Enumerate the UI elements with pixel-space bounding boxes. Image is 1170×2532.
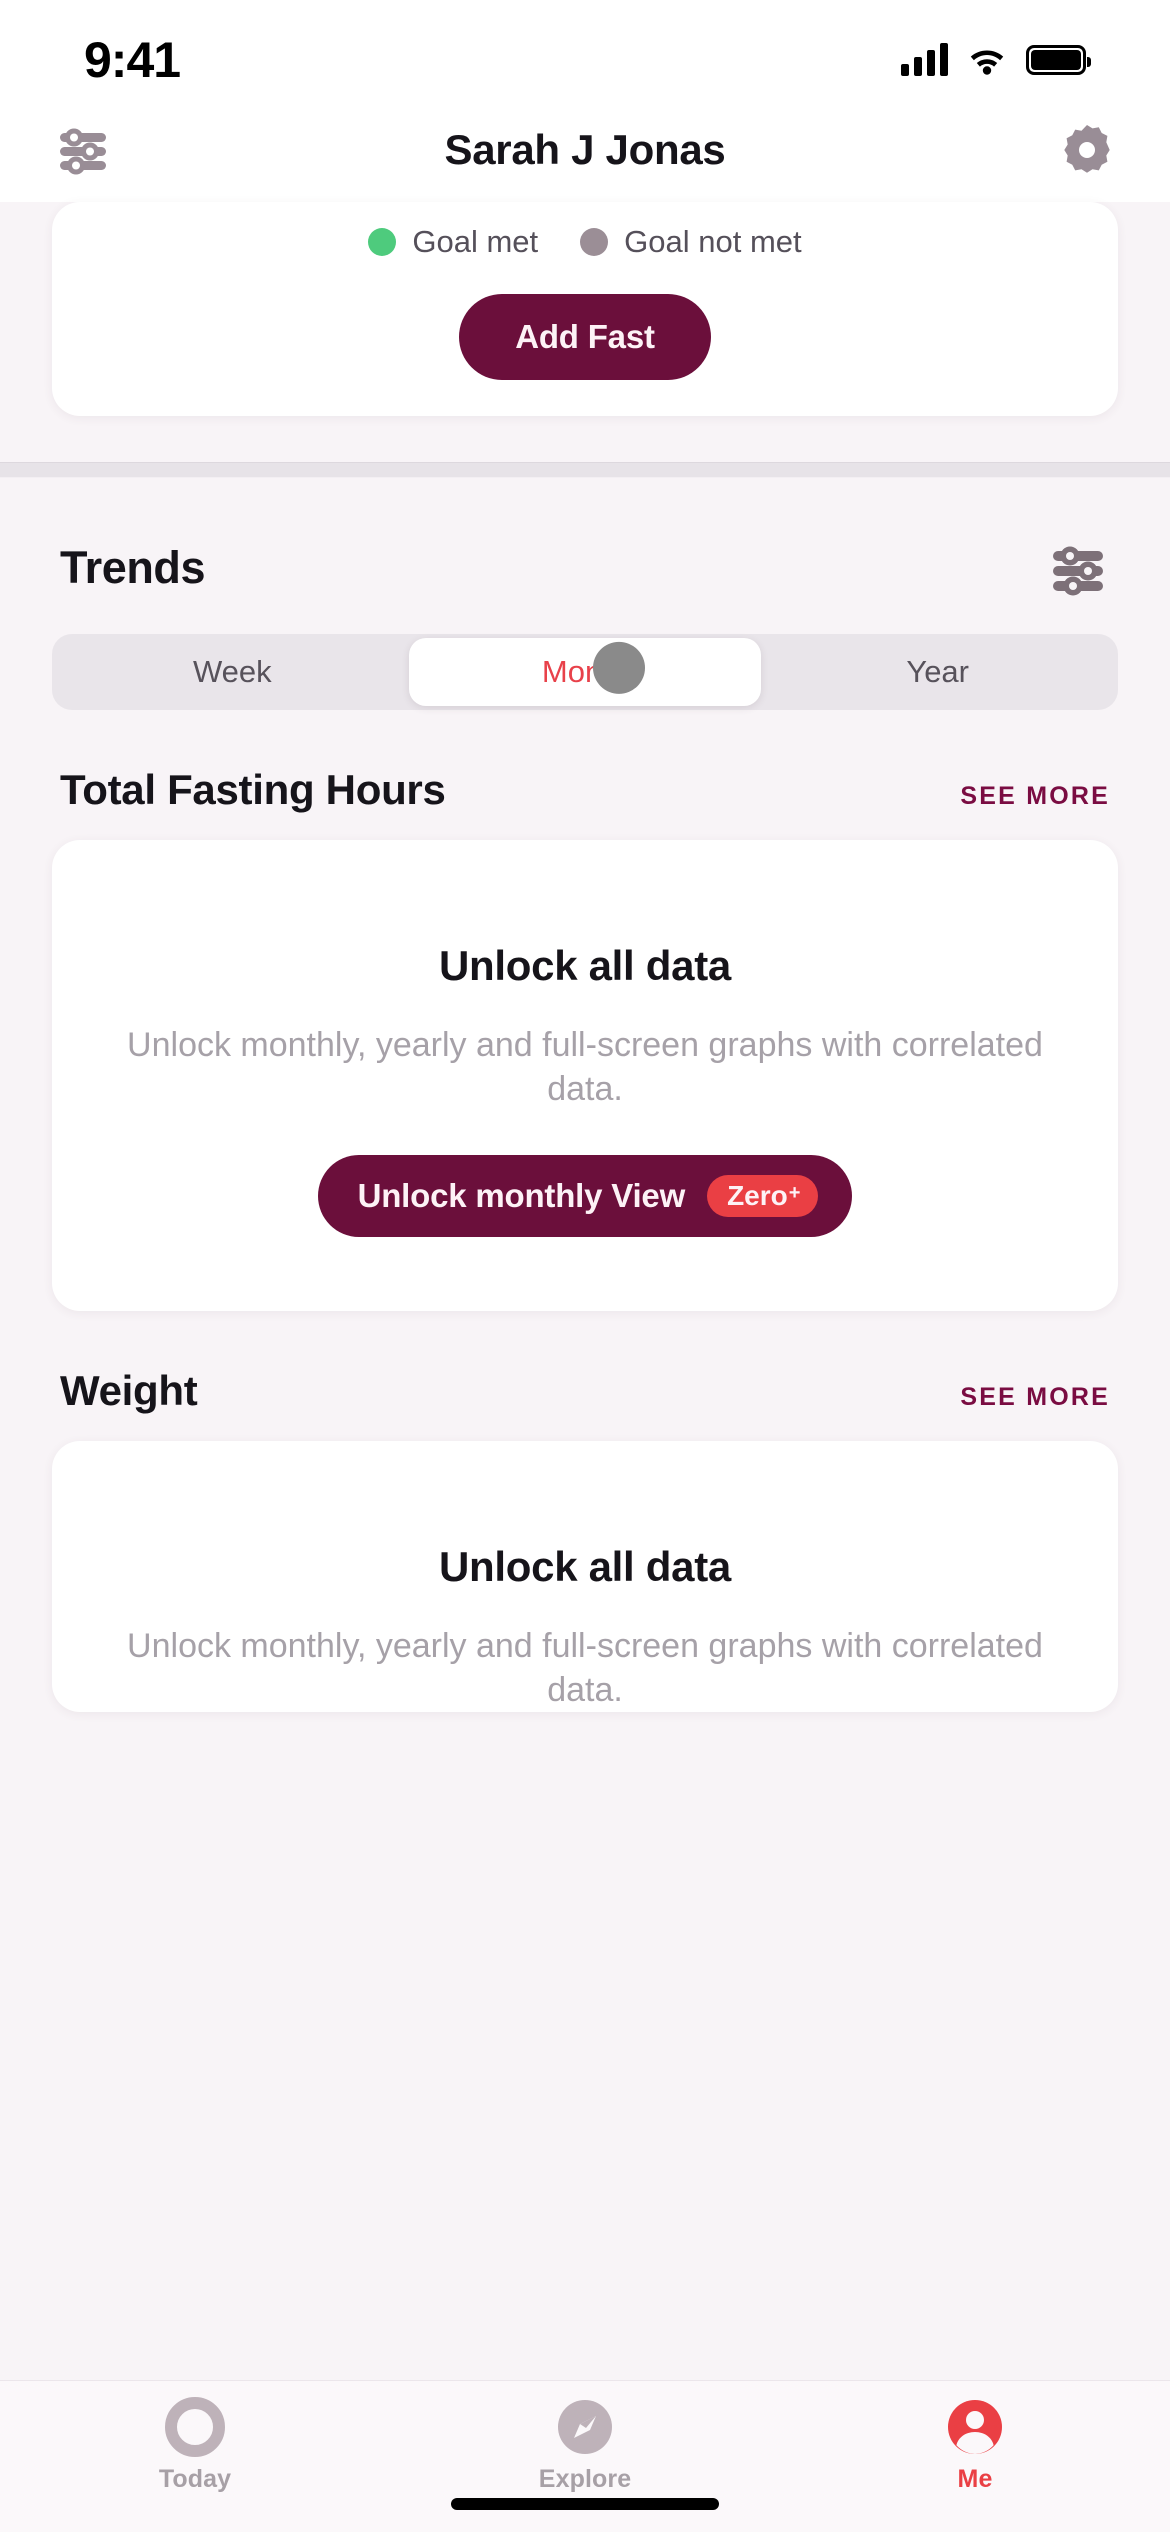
unlock-title: Unlock all data <box>439 1543 731 1591</box>
status-bar: 9:41 <box>0 0 1170 96</box>
tab-label-me: Me <box>957 2465 993 2493</box>
goal-met-dot-icon <box>368 228 397 256</box>
nav-bar: Sarah J Jonas <box>0 96 1170 204</box>
trends-header: Trends <box>52 478 1118 634</box>
section-heading: Total Fasting Hours <box>60 766 446 813</box>
tab-explore[interactable]: Explore <box>390 2397 780 2494</box>
status-bar-time: 9:41 <box>84 32 181 88</box>
tab-month[interactable]: Month <box>408 638 762 706</box>
fasting-history-card: Goal met Goal not met Add Fast <box>52 202 1118 416</box>
fasting-card-section: Goal met Goal not met Add Fast <box>0 202 1170 462</box>
goal-not-met-dot-icon <box>580 228 609 256</box>
wifi-icon <box>968 45 1006 75</box>
zero-badge-superscript: + <box>788 1182 801 1205</box>
battery-full-icon <box>1026 45 1091 75</box>
legend-item-goal-not-met: Goal not met <box>580 224 802 260</box>
zero-plus-badge: Zero + <box>707 1175 819 1218</box>
add-fast-button[interactable]: Add Fast <box>459 294 711 380</box>
unlock-button-row: Unlock monthly View Zero + <box>92 1155 1078 1238</box>
unlock-monthly-view-button[interactable]: Unlock monthly View Zero + <box>317 1155 853 1238</box>
unlock-button-label: Unlock monthly View <box>357 1177 686 1215</box>
trends-title: Trends <box>60 542 206 593</box>
unlock-title: Unlock all data <box>439 942 731 989</box>
scroll-content[interactable]: Goal met Goal not met Add Fast Trends We… <box>0 202 1170 2532</box>
tab-label-today: Today <box>158 2465 232 2493</box>
time-range-segmented-control[interactable]: Week Month Year <box>52 634 1118 710</box>
tab-me[interactable]: Me <box>780 2397 1170 2494</box>
gear-icon[interactable] <box>1056 119 1118 181</box>
zero-badge-text: Zero <box>727 1180 788 1212</box>
signal-bars-icon <box>901 43 948 76</box>
tab-today[interactable]: Today <box>0 2397 390 2494</box>
legend-item-goal-met: Goal met <box>368 224 538 260</box>
unlock-description: Unlock monthly, yearly and full-screen g… <box>127 1627 1043 1709</box>
section-divider <box>0 462 1170 478</box>
unlock-card-weight: Unlock all data Unlock monthly, yearly a… <box>52 1441 1118 1713</box>
ring-icon <box>165 2397 225 2457</box>
bottom-tab-bar: Today Explore Me <box>0 2380 1170 2532</box>
legend-label: Goal met <box>412 224 539 259</box>
home-indicator <box>451 2498 719 2510</box>
trends-sliders-icon[interactable] <box>1046 536 1110 600</box>
legend: Goal met Goal not met <box>52 202 1118 260</box>
legend-label: Goal not met <box>624 224 802 259</box>
touch-cursor-indicator <box>593 641 645 694</box>
section-heading: Weight <box>60 1367 198 1415</box>
unlock-description: Unlock monthly, yearly and full-screen g… <box>127 1026 1043 1108</box>
tab-year[interactable]: Year <box>761 638 1114 706</box>
see-more-link-weight[interactable]: SEE MORE <box>960 1383 1110 1412</box>
compass-icon <box>555 2397 615 2457</box>
unlock-card-fasting-hours: Unlock all data Unlock monthly, yearly a… <box>52 840 1118 1312</box>
tab-week[interactable]: Week <box>56 638 409 706</box>
total-fasting-hours-header: Total Fasting Hours SEE MORE <box>52 710 1118 840</box>
status-bar-icons <box>901 43 1091 76</box>
person-icon <box>945 2397 1005 2457</box>
add-fast-row: Add Fast <box>52 294 1118 380</box>
trends-section: Trends Week Month Year Total Fasting Hou… <box>0 478 1170 1713</box>
page-title: Sarah J Jonas <box>444 126 726 173</box>
weight-header: Weight SEE MORE <box>52 1311 1118 1441</box>
tab-label-explore: Explore <box>538 2465 632 2493</box>
see-more-link-fasting-hours[interactable]: SEE MORE <box>960 782 1110 811</box>
sliders-icon[interactable] <box>52 119 114 181</box>
